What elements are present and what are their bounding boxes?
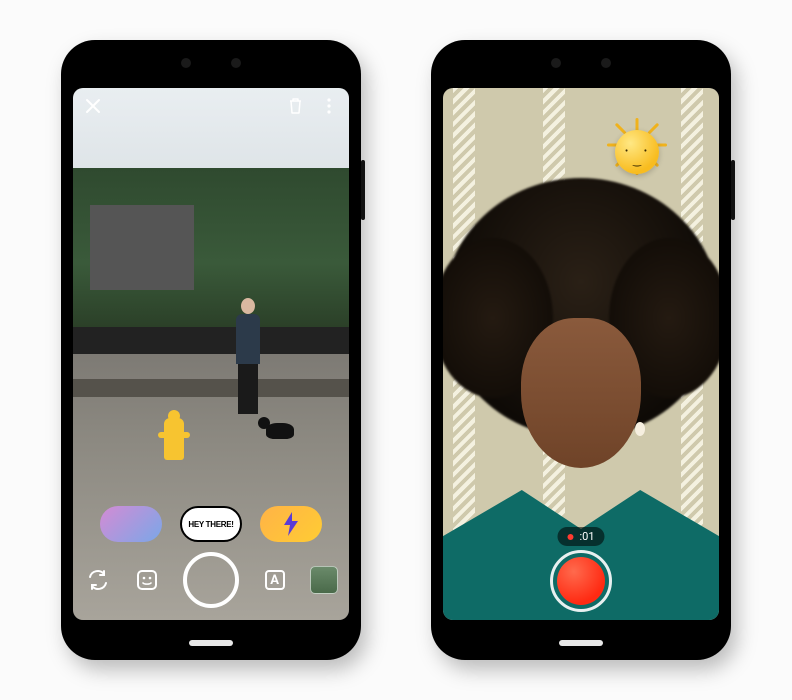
lightning-sticker[interactable] [260,506,322,542]
text-tool-label: A [270,573,279,588]
nav-home-pill[interactable] [559,640,603,646]
sticker-picker-icon[interactable] [133,566,161,594]
sticker-carousel[interactable]: HEY THERE! [73,506,349,542]
character-sticker[interactable] [100,506,162,542]
scene-fire-hydrant [161,418,187,460]
sun-smile: ‿ [603,156,671,167]
scene-building [90,205,195,290]
more-icon[interactable] [319,96,339,116]
scene-curb [73,379,349,397]
recording-elapsed: :01 [579,530,594,543]
sensor-dot [601,58,611,68]
text-tool-button[interactable]: A [261,566,289,594]
shutter-button[interactable] [183,552,239,608]
record-button-inner [557,557,605,605]
recording-badge: :01 [557,527,604,546]
scene-person [233,298,263,418]
sun-sticker[interactable]: • • ‿ [603,118,671,186]
speech-bubble-sticker[interactable]: HEY THERE! [180,506,242,542]
scene-dog [266,423,294,439]
sensor-bar [431,58,731,68]
sensor-dot [231,58,241,68]
editor-top-bar [83,96,339,116]
screen-right: • • ‿ :01 [443,88,719,620]
screen-left: HEY THERE! A [73,88,349,620]
record-button[interactable] [550,550,612,612]
sticker-label: HEY THERE! [188,520,233,529]
recording-dot-icon [567,534,573,540]
close-icon[interactable] [83,96,103,116]
sensor-dot [181,58,191,68]
phone-left: HEY THERE! A [61,40,361,660]
camera-bottom-bar: A [73,552,349,608]
sensor-bar [61,58,361,68]
sensor-dot [551,58,561,68]
scene-earring [635,422,645,436]
nav-home-pill[interactable] [189,640,233,646]
trash-icon[interactable] [285,96,305,116]
switch-camera-icon[interactable] [84,566,112,594]
phone-right: • • ‿ :01 [431,40,731,660]
gallery-thumbnail[interactable] [310,566,338,594]
scene-face [521,318,641,468]
